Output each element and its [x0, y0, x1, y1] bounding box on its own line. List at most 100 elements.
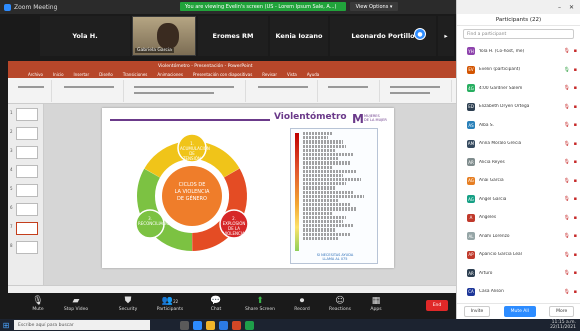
- participant-row[interactable]: AR Alicia Reyes 🎙 ▪: [457, 153, 580, 172]
- participant-row[interactable]: YH Yola H. (Co-host, me) 🎙 ▪: [457, 42, 580, 61]
- participants-button[interactable]: 👥22 Participants: [150, 296, 190, 312]
- ribbon-group-paragraph[interactable]: [248, 80, 318, 102]
- people-icon: 👥22: [161, 296, 179, 306]
- windows-start-icon[interactable]: ⊞: [0, 319, 12, 331]
- slide-thumbnail[interactable]: [16, 165, 38, 178]
- participant-row[interactable]: A Angeles 🎙 ▪: [457, 209, 580, 228]
- participants-panel: – ✕ Participants (22) Find a participant…: [456, 0, 580, 319]
- ppt-menu-item[interactable]: Insertar: [74, 72, 90, 77]
- powerpoint-app-icon[interactable]: [232, 320, 241, 330]
- apps-button[interactable]: ▦ Apps: [356, 296, 396, 312]
- participant-row[interactable]: ED Elizabeth Dryen Ortega 🎙 ▪: [457, 98, 580, 117]
- participant-row[interactable]: AS Alba S. 🎙 ▪: [457, 116, 580, 135]
- mic-muted-icon: 🎙: [563, 48, 570, 54]
- gallery-video-tile[interactable]: Gabriela Garcia: [132, 16, 196, 56]
- gallery-tile[interactable]: Kenia Iozano: [270, 16, 328, 56]
- video-off-icon: ▪: [573, 196, 577, 202]
- participant-row[interactable]: 4G 4:00 Gardner Salem 🎙 ▪: [457, 79, 580, 98]
- ribbon-group-editing[interactable]: [382, 80, 452, 102]
- invite-button[interactable]: Invite: [463, 306, 491, 317]
- thumb-number: 4: [10, 167, 13, 172]
- ribbon-detail: [64, 86, 114, 88]
- security-button[interactable]: ⛊ Security: [108, 296, 148, 312]
- slide-thumbnail[interactable]: [16, 184, 38, 197]
- ppt-menu-item[interactable]: Archivo: [28, 72, 43, 77]
- meter-item: [303, 219, 343, 224]
- ppt-menu-item[interactable]: Ayuda: [307, 72, 319, 77]
- participant-avatar-icon: ●: [414, 28, 426, 40]
- ppt-status-bar: [8, 285, 456, 293]
- gallery-tile[interactable]: Yola H.: [40, 16, 130, 56]
- thumb-number: 8: [10, 243, 13, 248]
- slide-thumbnail[interactable]: [16, 127, 38, 140]
- current-slide[interactable]: Violentómetro M MUJERES DE LA MUJER CICL…: [102, 108, 394, 268]
- zoom-logo-icon: [4, 3, 11, 11]
- system-tray-clock[interactable]: 11:15 a.m. 22/11/2021: [550, 320, 576, 330]
- ppt-menu-item[interactable]: Vista: [287, 72, 297, 77]
- gallery-tile[interactable]: Leonardo Portillo ●: [330, 16, 436, 56]
- file-explorer-icon[interactable]: [206, 320, 215, 330]
- chat-button[interactable]: 💬 Chat: [196, 296, 236, 312]
- participant-name: Leonardo Portillo: [351, 32, 415, 40]
- video-off-icon: ▪: [573, 140, 577, 147]
- share-screen-button[interactable]: ⬆ Share Screen: [240, 296, 280, 312]
- ribbon-group-drawing[interactable]: [320, 80, 380, 102]
- participant-avatar: AL: [467, 232, 475, 241]
- slide-thumbnail[interactable]: [16, 108, 38, 121]
- edge-icon[interactable]: [193, 320, 202, 330]
- reactions-icon: ☺: [335, 296, 345, 306]
- slide-thumbnail[interactable]: [16, 241, 38, 254]
- mic-muted-icon: 🎙: [563, 140, 570, 147]
- video-off-icon: ▪: [573, 233, 577, 239]
- view-options-button[interactable]: View Options ▾: [350, 2, 398, 11]
- ppt-menu-item[interactable]: Diseño: [99, 72, 113, 77]
- chrome-icon[interactable]: [245, 320, 254, 330]
- participant-name: Yola H.: [72, 32, 98, 40]
- record-button[interactable]: ⏺ Record: [282, 296, 322, 312]
- participant-row[interactable]: AG Angel Garcia 🎙 ▪: [457, 190, 580, 209]
- participant-row[interactable]: CA Casa Alison 🎙 ▪: [457, 283, 580, 302]
- segment-label: 3. RECONCILIACIÓN: [138, 216, 173, 226]
- ribbon-group-clipboard[interactable]: [10, 80, 52, 102]
- taskbar-search-input[interactable]: Escribe aquí para buscar: [14, 320, 150, 330]
- ppt-menu-item[interactable]: Revisar: [262, 72, 277, 77]
- participant-row[interactable]: AL Anahi Lorenzo 🎙 ▪: [457, 227, 580, 246]
- participant-name: Anai Garcia: [479, 178, 504, 184]
- slide-editing-area[interactable]: Violentómetro M MUJERES DE LA MUJER CICL…: [44, 104, 456, 293]
- participant-row[interactable]: AP Aparicio Garcia Leal 🎙 ▪: [457, 246, 580, 265]
- ppt-menu-item[interactable]: Inicio: [53, 72, 64, 77]
- participant-row[interactable]: AG Anai Garcia 🎙 ▪: [457, 172, 580, 191]
- toolbar-label: Share Screen: [245, 307, 275, 312]
- task-view-icon[interactable]: [180, 320, 189, 330]
- ppt-menu-item[interactable]: Presentación con diapositivas: [193, 72, 252, 77]
- participant-row[interactable]: EV Evelin (participant) 🎙 ▪: [457, 61, 580, 80]
- slide-thumbnail[interactable]: [16, 146, 38, 159]
- participant-row[interactable]: AR Arturo 🎙 ▪: [457, 264, 580, 283]
- mute-button[interactable]: 🎙 Mute: [18, 296, 58, 312]
- gallery-tile[interactable]: Eromes RM: [198, 16, 268, 56]
- mute-all-button[interactable]: Mute All: [503, 306, 536, 317]
- ppt-menu-item[interactable]: Transiciones: [123, 72, 148, 77]
- screen-share-banner: You are viewing Evelin's screen (US - Lo…: [180, 2, 346, 11]
- ribbon-group-slides[interactable]: [54, 80, 124, 102]
- participant-search-input[interactable]: Find a participant: [463, 29, 574, 39]
- thumb-number: 2: [10, 129, 13, 134]
- meter-item: [303, 194, 365, 198]
- more-button[interactable]: More: [549, 306, 575, 317]
- stop-video-button[interactable]: ▰ Stop Video: [56, 296, 96, 312]
- minimize-icon[interactable]: –: [558, 4, 561, 11]
- ppt-menu-item[interactable]: Animaciones: [157, 72, 183, 77]
- close-icon[interactable]: ✕: [569, 4, 574, 11]
- meter-item: [303, 224, 354, 228]
- slide-thumbnail-selected[interactable]: [16, 222, 38, 235]
- participant-row[interactable]: AM Anna Moralo Grecia 🎙 ▪: [457, 135, 580, 154]
- ribbon-group-font[interactable]: [126, 80, 246, 102]
- participant-avatar: AS: [467, 121, 475, 130]
- mic-muted-icon: 🎙: [563, 270, 570, 276]
- slide-thumbnail[interactable]: [16, 203, 38, 216]
- gallery-next-arrow-icon[interactable]: ▸: [438, 16, 454, 56]
- reactions-button[interactable]: ☺ Reactions: [320, 296, 360, 312]
- end-meeting-button[interactable]: End: [426, 300, 448, 311]
- zoom-app-icon[interactable]: [219, 320, 228, 330]
- clock-date: 22/11/2021: [550, 325, 576, 330]
